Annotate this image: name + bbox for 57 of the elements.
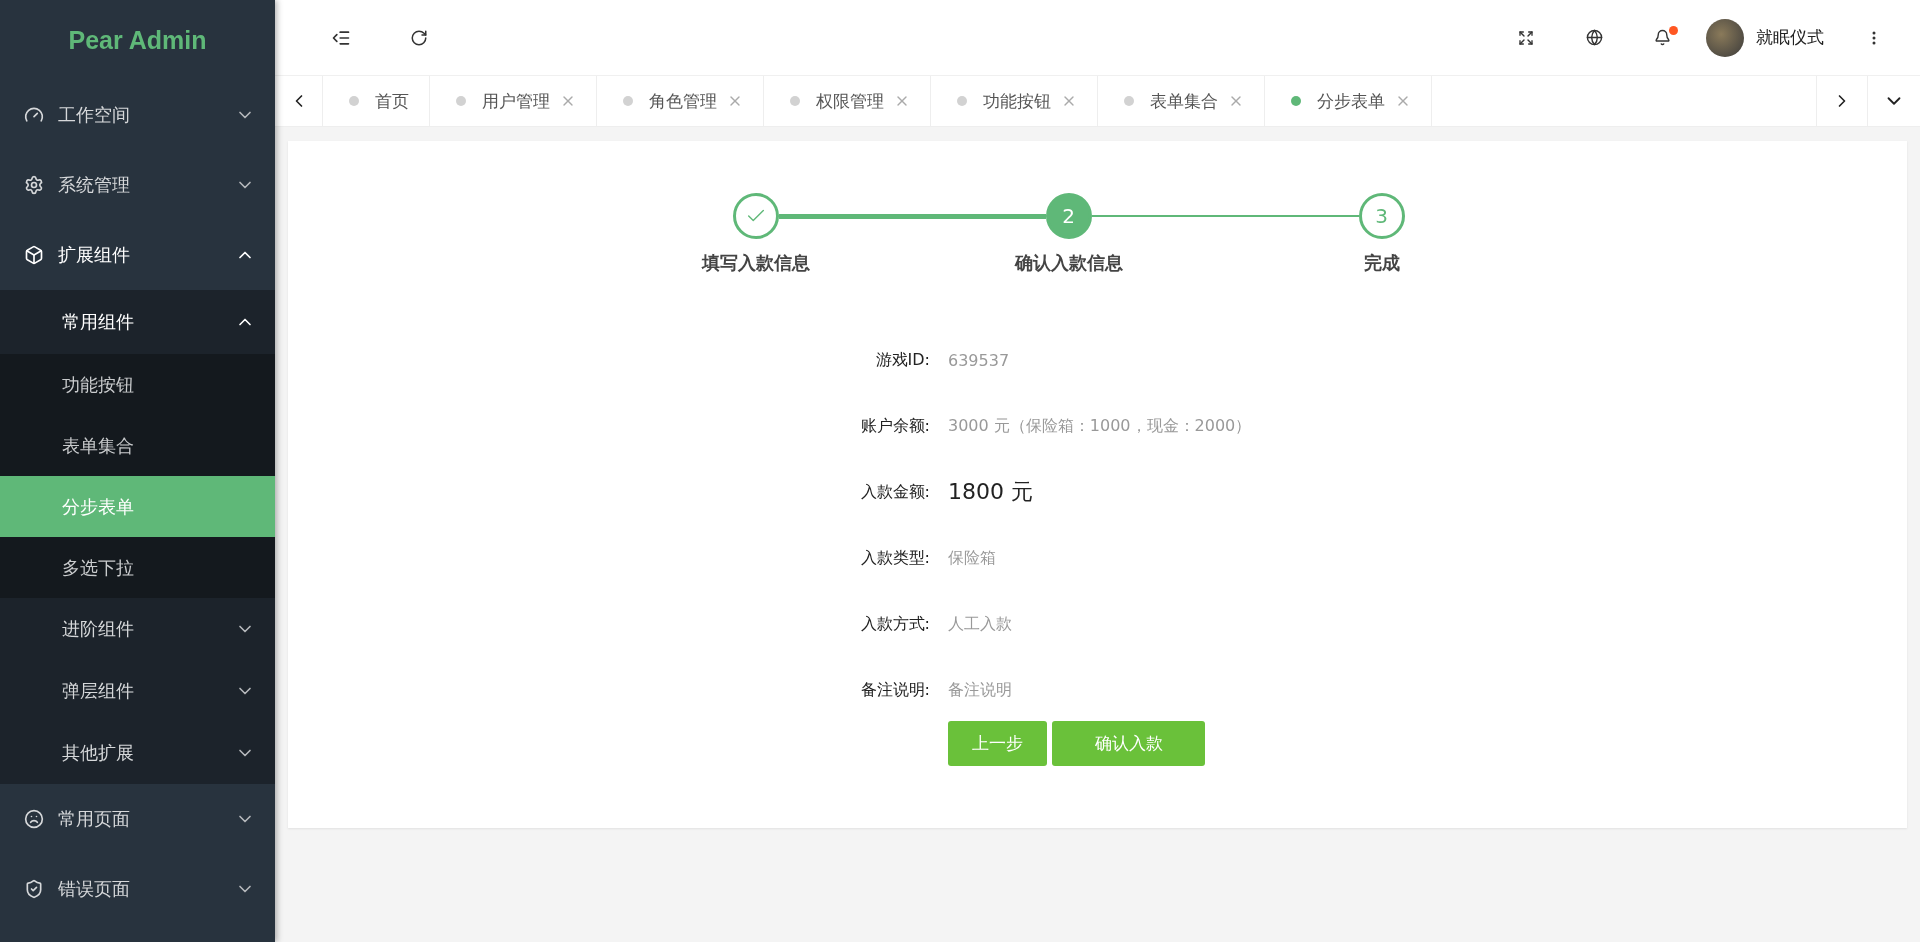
field-value: 保险箱 [948,546,997,569]
menu-icon [24,879,44,899]
field-label: 游戏ID: [874,348,930,371]
sidebar-item[interactable]: 其他扩展 [0,722,275,784]
sidebar-item[interactable]: 进阶组件 [0,598,275,660]
page-tab[interactable]: 角色管理 [597,76,764,126]
menu-icon [24,175,44,195]
user-avatar[interactable] [1706,18,1744,57]
sidebar-item[interactable]: 表单集合 [0,415,275,476]
field-value: 备注说明 [948,678,1013,701]
sidebar-item[interactable]: 弹层组件 [0,660,275,722]
page-tab[interactable]: 首页 [323,76,430,126]
tab-label: 权限管理 [816,89,884,113]
field-value: 人工入款 [948,612,1013,635]
brand-logo: Pear Admin [67,24,208,56]
tab-label: 表单集合 [1150,89,1218,113]
tab-label: 用户管理 [482,89,550,113]
sidebar-item[interactable]: 工作空间 [0,80,275,150]
bell-icon [1653,29,1671,46]
page-tab[interactable]: 功能按钮 [931,76,1098,126]
page-tab[interactable]: 分步表单 [1265,76,1432,126]
step-label: 完成 [1363,251,1400,275]
tab-label: 角色管理 [649,89,717,113]
tab-label: 功能按钮 [983,89,1051,113]
sidebar-item[interactable]: 系统管理 [0,150,275,220]
page-tab[interactable]: 用户管理 [430,76,597,126]
field-label: 入款类型: [859,546,930,569]
scroll-right-button[interactable] [1816,76,1868,126]
tab-label: 分步表单 [1317,89,1385,113]
user-name[interactable]: 就眠仪式 [1756,26,1824,49]
field-value: 3000 元（保险箱：1000，现金：2000） [948,414,1253,437]
menu-icon [24,809,44,829]
field-label: 账户余额: [859,414,930,437]
globe-icon [1585,29,1603,46]
more-icon [1872,30,1876,45]
refresh-icon [410,28,428,47]
step-circle: 3 [1358,193,1405,239]
step-label: 确认入款信息 [1014,251,1123,275]
field-value: 639537 [948,349,1011,372]
step-label: 填写入款信息 [701,251,810,275]
page-tab[interactable]: 表单集合 [1098,76,1265,126]
sidebar-item[interactable]: 错误页面 [0,854,275,924]
sidebar-item[interactable]: 常用组件 [0,290,275,354]
sidebar-item[interactable]: 常用页面 [0,784,275,854]
tab-label: 首页 [375,89,409,113]
menu-icon [24,245,44,265]
step-circle: 2 [1045,193,1092,239]
field-label: 备注说明: [859,678,930,701]
sidebar-item[interactable]: 功能按钮 [0,354,275,415]
sidebar-item[interactable]: 扩展组件 [0,220,275,290]
field-label: 入款方式: [859,612,930,635]
field-label: 入款金额: [859,480,930,503]
field-value: 1800 元 [948,478,1034,506]
sidebar-item[interactable]: 多选下拉 [0,537,275,598]
fullscreen-icon [1518,29,1534,46]
page-tab[interactable]: 权限管理 [764,76,931,126]
menu-icon [24,105,44,125]
